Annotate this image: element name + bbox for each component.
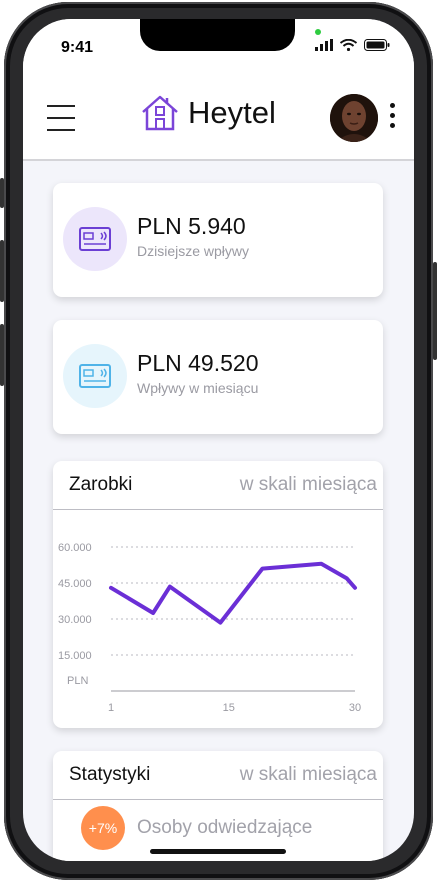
- y-tick-label: 45.000: [58, 578, 92, 590]
- signal-icon: [315, 39, 333, 51]
- income-month-value: PLN 49.520: [137, 350, 259, 376]
- status-time: 9:41: [61, 39, 94, 56]
- card-icon: [79, 227, 111, 251]
- earnings-card: Zarobki w skali miesiąca 60.000 45.000 30.…: [53, 461, 383, 728]
- statistics-period[interactable]: w skali miesiąca: [240, 764, 377, 786]
- volume-up-button: [0, 240, 4, 302]
- y-axis-unit-label: PLN: [67, 675, 88, 687]
- power-button: [433, 262, 437, 360]
- card-icon: [79, 364, 111, 388]
- y-tick-label: 30.000: [58, 614, 92, 626]
- statistics-card-header: Statystyki w skali miesiąca: [53, 751, 383, 800]
- y-tick-label: 15.000: [58, 650, 92, 662]
- change-badge-value: +7%: [88, 820, 118, 836]
- brand: Heytel: [140, 93, 276, 133]
- income-card-month: PLN 49.520 Wpływy w miesiącu: [53, 320, 383, 434]
- menu-icon[interactable]: [47, 105, 75, 131]
- app-header: Heytel: [23, 79, 414, 161]
- income-card-today: PLN 5.940 Dzisiejsze wpływy: [53, 183, 383, 297]
- income-month-label: Wpływy w miesiącu: [137, 380, 259, 396]
- statistics-title: Statystyki: [69, 764, 151, 785]
- brand-name: Heytel: [188, 95, 276, 130]
- avatar[interactable]: [330, 94, 378, 142]
- status-bar: 9:41: [23, 19, 414, 79]
- camera-indicator: [315, 29, 321, 35]
- statistics-item-label: Osoby odwiedzające: [137, 817, 313, 838]
- screen: 9:41 Heytel PLN 5.940 Dzisiejsze wpływy …: [23, 19, 414, 861]
- status-icons: [315, 39, 390, 51]
- earnings-title: Zarobki: [69, 474, 133, 495]
- statistics-item: +7% Osoby odwiedzające: [81, 806, 312, 850]
- notch: [140, 19, 295, 51]
- income-today-label: Dzisiejsze wpływy: [137, 243, 250, 259]
- x-tick-label: 30: [349, 702, 361, 714]
- volume-down-button: [0, 324, 4, 386]
- x-tick-label: 1: [108, 702, 114, 714]
- wifi-icon: [340, 39, 357, 51]
- income-month-icon-circle: [63, 344, 127, 408]
- more-options-icon[interactable]: [389, 103, 395, 129]
- earnings-card-header: Zarobki w skali miesiąca: [53, 461, 383, 510]
- x-tick-label: 15: [223, 702, 235, 714]
- earnings-series-line: [109, 561, 357, 625]
- change-badge: +7%: [81, 806, 125, 850]
- mute-switch: [0, 178, 4, 208]
- y-tick-label: 60.000: [58, 542, 92, 554]
- battery-icon: [364, 39, 390, 51]
- statistics-card: Statystyki w skali miesiąca +7% Osoby od…: [53, 751, 383, 861]
- income-today-icon-circle: [63, 207, 127, 271]
- home-icon: [142, 95, 178, 131]
- income-today-value: PLN 5.940: [137, 213, 246, 239]
- home-indicator[interactable]: [150, 849, 286, 854]
- earnings-period[interactable]: w skali miesiąca: [240, 474, 377, 496]
- earnings-line-chart: 60.000 45.000 30.000 15.000 PLN 1 15 30: [58, 542, 361, 714]
